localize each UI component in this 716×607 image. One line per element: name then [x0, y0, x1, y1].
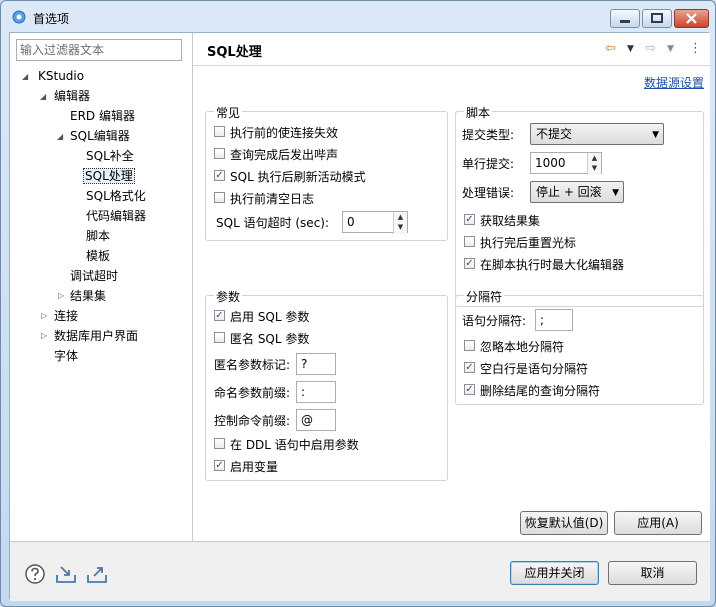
forward-menu-icon[interactable]: ▼	[667, 44, 674, 54]
apply-button[interactable]: 应用(A)	[614, 511, 702, 535]
tree-item-font[interactable]: 字体	[54, 347, 78, 365]
tree-item-db-ui[interactable]: 数据库用户界面	[54, 327, 138, 345]
tree-item-result-set[interactable]: 结果集	[70, 287, 106, 305]
delimiter-group: 分隔符 语句分隔符: ; 忽略本地分隔符 ✓ 空白行是语句分隔符 ✓ 删除结尾的…	[455, 288, 704, 405]
checkbox-box[interactable]: ✓	[214, 460, 225, 471]
commit-type-label: 提交类型:	[462, 128, 515, 142]
tree-item-script[interactable]: 脚本	[86, 227, 110, 245]
apply-and-close-button[interactable]: 应用并关闭	[510, 561, 599, 585]
checkbox-box[interactable]	[214, 126, 225, 137]
named-prefix-input[interactable]: :	[296, 381, 336, 403]
timeout-spinner[interactable]: ▲ ▼	[393, 212, 407, 234]
dropdown-arrow-icon: ▼	[652, 130, 659, 140]
close-icon	[686, 13, 697, 24]
export-icon[interactable]	[86, 563, 108, 585]
cancel-button[interactable]: 取消	[608, 561, 697, 585]
filter-input[interactable]	[16, 39, 182, 61]
single-commit-spinner[interactable]: ▲ ▼	[587, 153, 601, 175]
checkbox-box[interactable]	[214, 148, 225, 159]
dialog-body: ◢ KStudio ◢ 编辑器 ERD 编辑器 ◢ SQL编辑器 SQL补全 S…	[9, 32, 710, 601]
timeout-input[interactable]: 0 ▲ ▼	[342, 211, 408, 234]
statement-delimiter-label: 语句分隔符:	[462, 314, 527, 328]
checkbox-box[interactable]: ✓	[464, 362, 475, 373]
error-handling-label: 处理错误:	[462, 186, 515, 200]
parameters-group-title: 参数	[214, 288, 243, 305]
checkbox-box[interactable]: ✓	[214, 170, 225, 181]
restore-defaults-button[interactable]: 恢复默认值(D)	[520, 511, 608, 535]
checkbox-box[interactable]	[214, 332, 225, 343]
back-menu-icon[interactable]: ▼	[627, 44, 634, 54]
tree-item-debug-timeout[interactable]: 调试超时	[70, 267, 118, 285]
dialog-button-bar: 应用并关闭 取消	[10, 541, 710, 601]
preferences-nav: ◢ KStudio ◢ 编辑器 ERD 编辑器 ◢ SQL编辑器 SQL补全 S…	[10, 33, 193, 541]
checkbox-box[interactable]: ✓	[464, 384, 475, 395]
checkbox-box[interactable]	[214, 438, 225, 449]
title-divider	[193, 65, 710, 66]
checkbox-box[interactable]	[464, 236, 475, 247]
window-title: 首选项	[33, 12, 70, 26]
anon-marker-input[interactable]: ?	[296, 353, 336, 375]
tree-expanded-icon[interactable]: ◢	[40, 92, 46, 101]
parameters-group: 参数 ✓ 启用 SQL 参数 匿名 SQL 参数 匿名参数标记: ? 命名参数前…	[205, 288, 448, 481]
tree-item-connection[interactable]: 连接	[54, 307, 78, 325]
title-bar[interactable]: 首选项	[1, 1, 715, 33]
tree-item-sql-editor[interactable]: SQL编辑器	[70, 127, 130, 145]
tree-item-erd-editor[interactable]: ERD 编辑器	[70, 107, 135, 125]
page-title: SQL处理	[207, 45, 262, 60]
script-group: 脚本 提交类型: 不提交 ▼ 单行提交: 1000 ▲ ▼ 处理错误: 停止 + …	[455, 104, 704, 307]
tree-item-code-editor[interactable]: 代码编辑器	[86, 207, 146, 225]
tree-item-template[interactable]: 模板	[86, 247, 110, 265]
commit-type-select[interactable]: 不提交 ▼	[530, 123, 664, 145]
import-icon[interactable]	[55, 563, 77, 585]
forward-arrow-icon[interactable]: ⇨	[645, 41, 656, 56]
maximize-button[interactable]	[642, 9, 672, 28]
delimiter-group-title: 分隔符	[464, 288, 505, 305]
datasource-settings-link[interactable]: 数据源设置	[644, 74, 704, 91]
back-arrow-icon[interactable]: ⇦	[605, 41, 616, 56]
tree-item-sql-processing[interactable]: SQL处理	[83, 167, 135, 185]
tree-item-sql-complete[interactable]: SQL补全	[86, 147, 134, 165]
tree-collapsed-icon[interactable]: ▷	[41, 331, 47, 340]
tree-expanded-icon[interactable]: ◢	[57, 132, 63, 141]
maximize-icon	[651, 13, 663, 23]
named-prefix-label: 命名参数前缀:	[214, 386, 291, 400]
close-button[interactable]	[674, 9, 709, 28]
statement-delimiter-input[interactable]: ;	[535, 309, 573, 331]
tree-collapsed-icon[interactable]: ▷	[41, 311, 47, 320]
tree-collapsed-icon[interactable]: ▷	[58, 291, 64, 300]
checkbox-box[interactable]: ✓	[464, 258, 475, 269]
view-menu-icon[interactable]: ⋮	[689, 41, 702, 56]
minimize-icon	[620, 20, 630, 23]
common-group-title: 常见	[214, 104, 243, 121]
tree-item-sql-format[interactable]: SQL格式化	[86, 187, 146, 205]
single-commit-input[interactable]: 1000 ▲ ▼	[530, 152, 602, 175]
script-group-title: 脚本	[464, 104, 493, 121]
preference-page: SQL处理 ⇦ ▼ ⇨ ▼ ⋮ 数据源设置 常见 执行前的使连接失效 查询完成后…	[193, 33, 710, 541]
anon-marker-label: 匿名参数标记:	[214, 358, 291, 372]
checkbox-box[interactable]	[464, 340, 475, 351]
preferences-window: 首选项 ◢ KStudio ◢ 编辑器 ERD 编辑器 ◢ SQL编辑器 SQL…	[0, 0, 716, 607]
control-prefix-label: 控制命令前缀:	[214, 414, 291, 428]
tree-expanded-icon[interactable]: ◢	[22, 72, 28, 81]
gear-icon	[12, 10, 26, 24]
checkbox-box[interactable]: ✓	[464, 214, 475, 225]
error-handling-select[interactable]: 停止 + 回滚 ▼	[530, 181, 624, 203]
minimize-button[interactable]	[610, 9, 640, 28]
tree-item-editors[interactable]: 编辑器	[54, 87, 90, 105]
checkbox-box[interactable]: ✓	[214, 310, 225, 321]
tree-item-kstudio[interactable]: KStudio	[38, 67, 84, 85]
timeout-label: SQL 语句超时 (sec):	[216, 216, 330, 230]
common-group: 常见 执行前的使连接失效 查询完成后发出哔声 ✓ SQL 执行后刷新活动模式 执…	[205, 104, 448, 241]
control-prefix-input[interactable]: @	[296, 409, 336, 431]
help-icon[interactable]	[24, 563, 46, 585]
single-commit-label: 单行提交:	[462, 157, 515, 171]
checkbox-box[interactable]	[214, 192, 225, 203]
dropdown-arrow-icon: ▼	[612, 188, 619, 198]
